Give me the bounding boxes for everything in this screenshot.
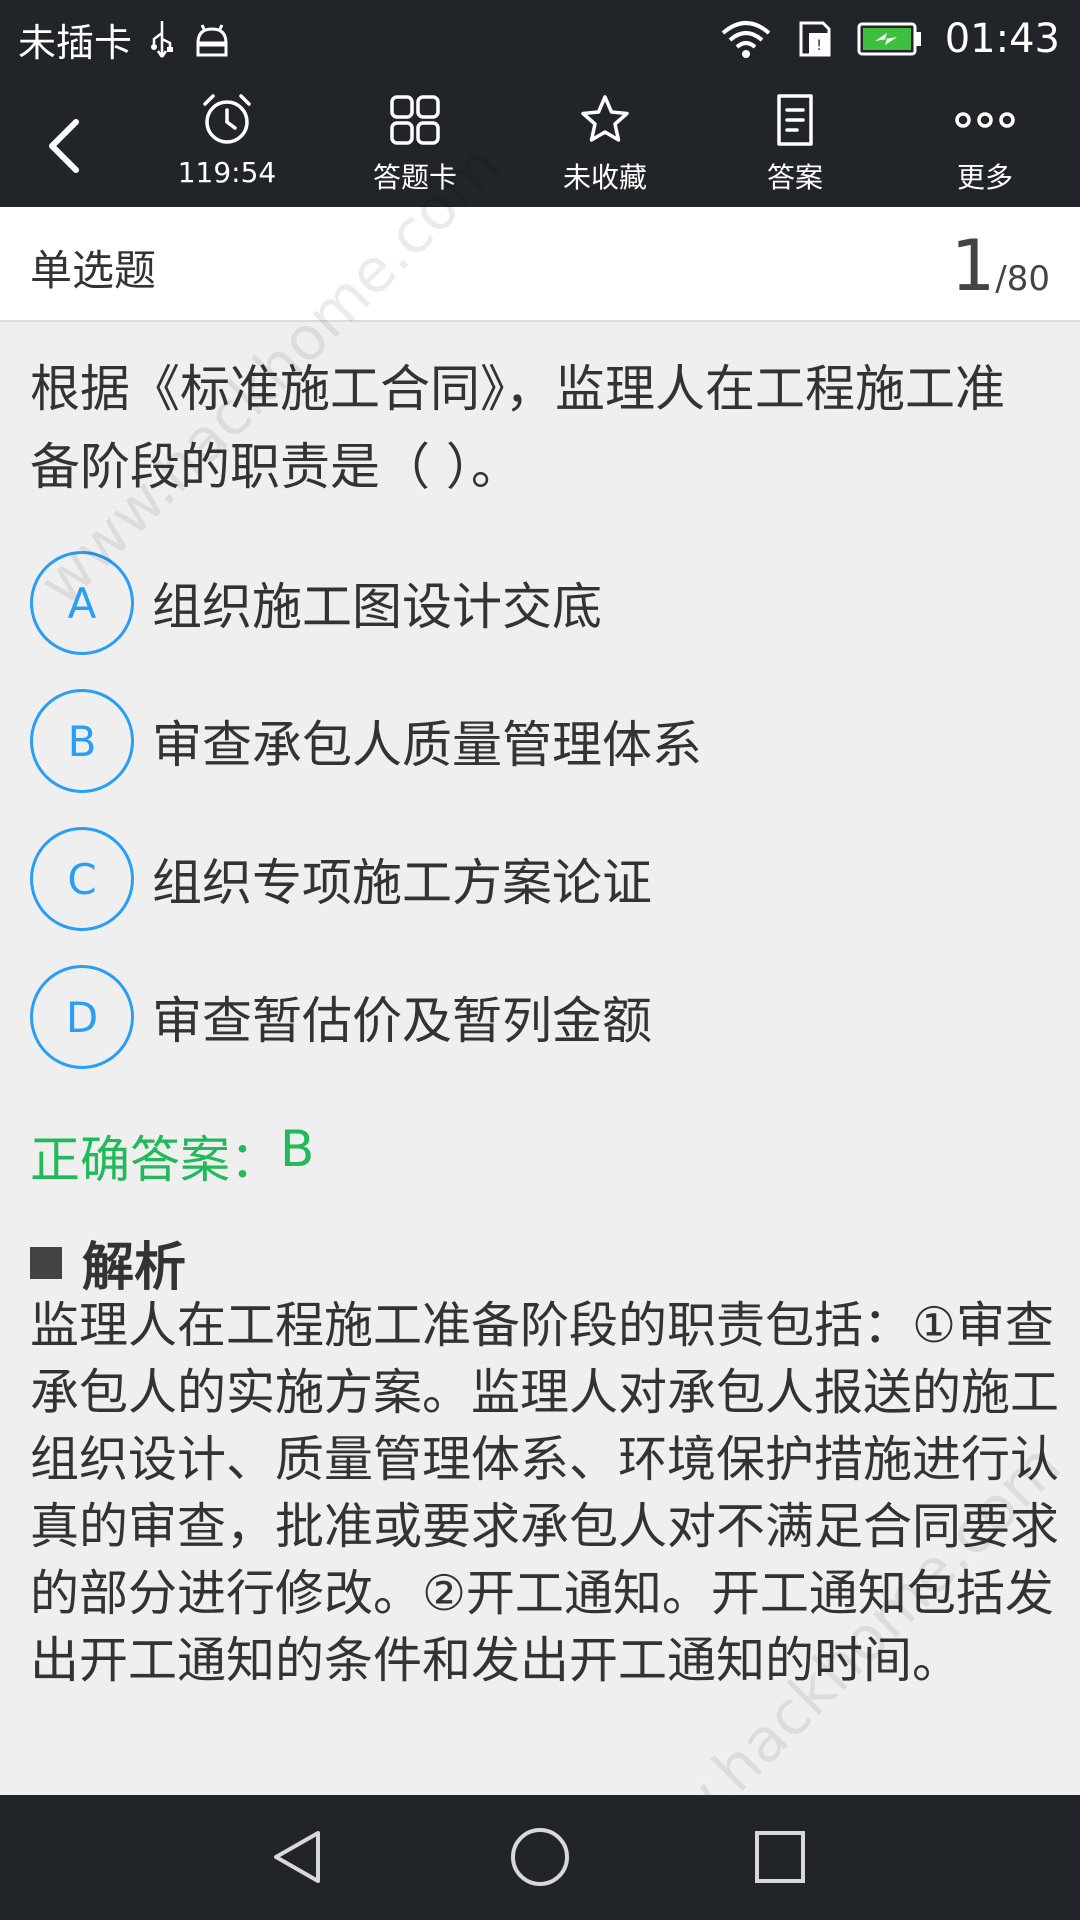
option-text: 组织施工图设计交底	[152, 578, 602, 636]
nav-home-button[interactable]	[508, 1825, 572, 1893]
option-text: 审查承包人质量管理体系	[152, 716, 702, 774]
chevron-left-icon	[49, 119, 79, 173]
favorite-button[interactable]: 未收藏	[535, 92, 675, 202]
option-b[interactable]: B 审查承包人质量管理体系	[30, 689, 1050, 793]
android-debug-icon	[192, 19, 232, 59]
wifi-icon	[719, 19, 773, 59]
sim-icon: !	[795, 19, 835, 59]
star-icon	[581, 95, 629, 142]
option-letter: C	[30, 827, 134, 931]
document-icon	[777, 94, 813, 146]
carrier-text: 未插卡	[18, 20, 133, 65]
question-text: 根据《标准施工合同》，监理人在工程施工准备阶段的职责是（ ）。	[30, 360, 1005, 496]
correct-answer-value: B	[280, 1120, 315, 1178]
option-text: 组织专项施工方案论证	[152, 854, 652, 912]
analysis-title: 解析	[82, 1238, 187, 1298]
more-label: 更多	[956, 161, 1013, 194]
total-question-count: /80	[995, 259, 1050, 299]
favorite-label: 未收藏	[562, 161, 647, 194]
navigation-bar	[0, 1795, 1080, 1920]
status-right: ! 01:43	[719, 16, 1060, 62]
analysis-heading: 解析	[30, 1225, 186, 1300]
option-letter: A	[30, 551, 134, 655]
clock-text: 01:43	[944, 16, 1060, 62]
nav-recents-button[interactable]	[752, 1825, 808, 1893]
question-header: 单选题 1 /80	[0, 207, 1080, 322]
current-question-number: 1	[950, 225, 996, 307]
status-bar: 未插卡 ! 01:43	[0, 0, 1080, 78]
option-c[interactable]: C 组织专项施工方案论证	[30, 827, 1050, 931]
option-text: 审查暂估价及暂列金额	[152, 992, 652, 1050]
question-type: 单选题	[30, 246, 157, 295]
option-letter: D	[30, 965, 134, 1069]
alarm-clock-icon	[203, 94, 251, 144]
square-recents-icon	[755, 1831, 805, 1883]
timer-button[interactable]: 119:54	[157, 92, 297, 202]
usb-icon	[150, 19, 174, 59]
answer-button[interactable]: 答案	[725, 92, 865, 202]
analysis-text: 监理人在工程施工准备阶段的职责包括：①审查承包人的实施方案。监理人对承包人报送的…	[30, 1297, 1060, 1689]
question-counter: 1 /80	[951, 225, 1050, 307]
nav-back-button[interactable]	[268, 1825, 328, 1893]
answer-card-label: 答题卡	[372, 161, 457, 194]
circle-home-icon	[511, 1828, 569, 1886]
toolbar: 119:54 答题卡 未收藏 答案 更多	[0, 78, 1080, 207]
correct-answer: 正确答案： B	[30, 1120, 314, 1192]
answer-card-button[interactable]: 答题卡	[345, 92, 485, 202]
back-button[interactable]	[40, 106, 90, 186]
svg-text:!: !	[816, 38, 822, 54]
grid-icon	[390, 95, 440, 145]
correct-answer-label: 正确答案：	[30, 1131, 280, 1189]
answer-label: 答案	[766, 161, 823, 194]
timer-label: 119:54	[177, 156, 277, 189]
option-d[interactable]: D 审查暂估价及暂列金额	[30, 965, 1050, 1069]
square-bullet-icon	[30, 1246, 62, 1279]
triangle-back-icon	[274, 1831, 320, 1883]
option-letter: B	[30, 689, 134, 793]
more-dots-icon	[955, 112, 1015, 128]
battery-charging-icon	[857, 21, 923, 57]
more-button[interactable]: 更多	[915, 92, 1055, 202]
option-a[interactable]: A 组织施工图设计交底	[30, 551, 1050, 655]
status-left: 未插卡	[18, 12, 232, 67]
